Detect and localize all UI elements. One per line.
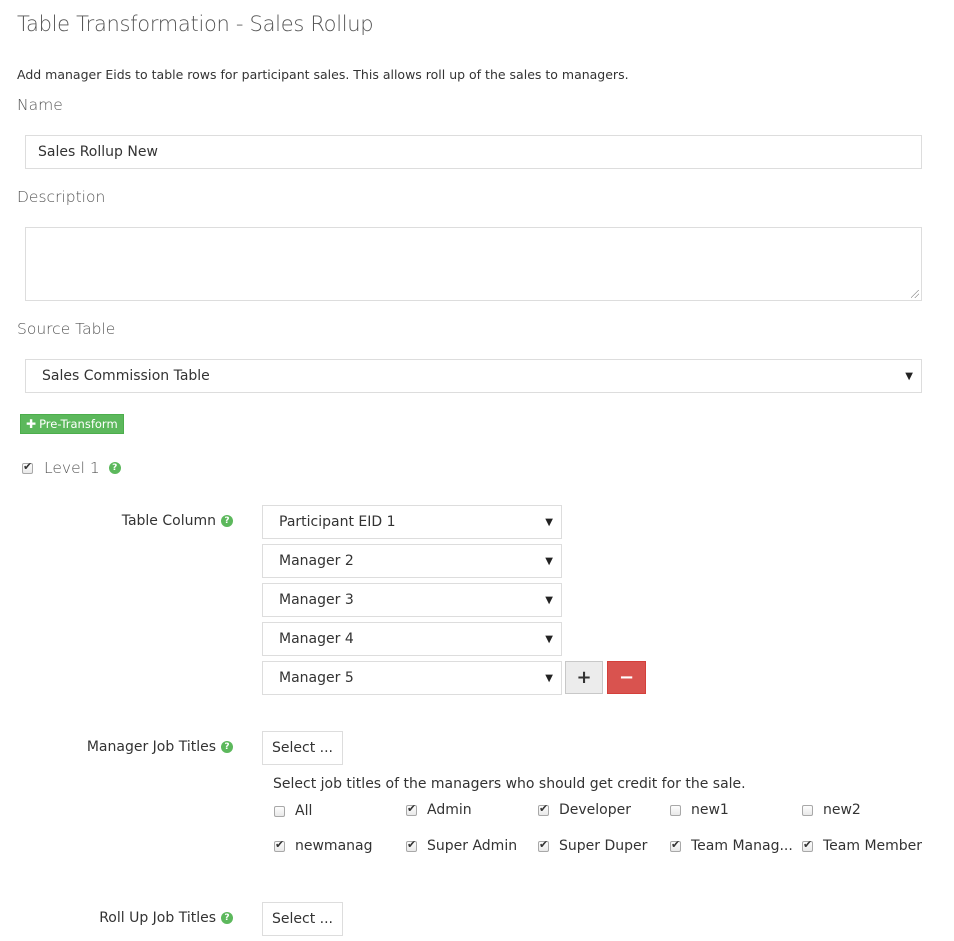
job-title-label: All — [295, 803, 313, 819]
job-title-checkbox[interactable] — [802, 838, 813, 852]
job-title-checkbox[interactable] — [670, 804, 681, 816]
job-title-checkbox[interactable] — [802, 804, 813, 816]
job-title-label: Developer — [559, 802, 632, 818]
job-title-option[interactable]: new1 — [670, 802, 729, 818]
table-column-select[interactable]: Manager 3 ▼ — [262, 583, 562, 617]
job-title-option[interactable]: Admin — [406, 802, 472, 818]
job-title-checkbox[interactable] — [670, 838, 681, 852]
job-title-checkbox[interactable] — [406, 802, 417, 816]
question-circle-icon[interactable]: ? — [221, 741, 233, 753]
job-title-option[interactable]: Super Duper — [538, 838, 647, 854]
caret-down-icon: ▼ — [545, 594, 553, 606]
job-title-option[interactable]: Team Member — [802, 838, 922, 854]
job-title-label: Super Admin — [427, 838, 518, 854]
question-circle-icon[interactable]: ? — [108, 462, 121, 474]
job-title-label: Admin — [427, 802, 472, 818]
caret-down-icon: ▼ — [545, 555, 553, 567]
job-title-label: Super Duper — [559, 838, 648, 854]
pre-transform-label: Pre-Transform — [39, 417, 118, 431]
description-textarea[interactable] — [25, 227, 922, 301]
caret-down-icon: ▼ — [545, 516, 553, 528]
level-row: Level 1 ? — [22, 459, 121, 477]
job-titles-hint: Select job titles of the managers who sh… — [273, 776, 746, 792]
name-input[interactable]: Sales Rollup New — [25, 135, 922, 169]
job-title-option[interactable]: All — [274, 803, 312, 819]
table-column-value: Participant EID 1 — [279, 514, 396, 530]
job-title-label: new1 — [691, 802, 729, 818]
job-title-option[interactable]: Team Manag... — [670, 838, 793, 854]
add-column-button[interactable]: + — [565, 661, 603, 694]
job-title-checkbox[interactable] — [538, 838, 549, 852]
question-circle-icon[interactable]: ? — [221, 912, 233, 924]
job-title-checkbox[interactable] — [406, 838, 417, 852]
table-column-label-text: Table Column — [121, 513, 216, 529]
table-column-select[interactable]: Manager 5 ▼ — [262, 661, 562, 695]
job-title-option[interactable]: newmanag — [274, 838, 373, 854]
job-title-checkbox[interactable] — [274, 805, 285, 817]
page-description: Add manager Eids to table rows for parti… — [17, 67, 629, 82]
manager-job-titles-label-text: Manager Job Titles — [86, 739, 216, 755]
table-column-value: Manager 2 — [279, 553, 354, 569]
job-title-option[interactable]: Super Admin — [406, 838, 517, 854]
job-title-label: Team Member — [823, 838, 923, 854]
job-title-label: new2 — [823, 802, 861, 818]
caret-down-icon: ▼ — [545, 633, 553, 645]
name-label: Name — [17, 96, 63, 114]
pre-transform-button[interactable]: ✚ Pre-Transform — [20, 414, 124, 434]
question-circle-icon[interactable]: ? — [221, 515, 233, 527]
resize-handle-icon[interactable] — [911, 290, 919, 298]
manager-job-titles-select-button[interactable]: Select ... — [262, 731, 343, 765]
job-title-checkbox[interactable] — [274, 838, 285, 852]
table-column-select[interactable]: Participant EID 1 ▼ — [262, 505, 562, 539]
level-label: Level 1 — [44, 459, 100, 477]
plus-icon: ✚ — [26, 417, 37, 431]
job-title-label: Team Manag... — [691, 838, 793, 854]
job-title-option[interactable]: new2 — [802, 802, 861, 818]
job-title-option[interactable]: Developer — [538, 802, 631, 818]
table-column-value: Manager 5 — [279, 670, 354, 686]
page-title: Table Transformation - Sales Rollup — [17, 12, 374, 36]
caret-down-icon: ▼ — [545, 672, 553, 684]
source-table-label: Source Table — [17, 320, 116, 338]
roll-up-job-titles-label-text: Roll Up Job Titles — [99, 910, 216, 926]
roll-up-job-titles-select-button[interactable]: Select ... — [262, 902, 343, 936]
table-column-label: Table Column ? — [60, 513, 233, 529]
caret-down-icon: ▼ — [905, 370, 913, 382]
manager-job-titles-label: Manager Job Titles ? — [40, 739, 233, 755]
minus-icon: − — [618, 667, 635, 688]
level-checkbox[interactable] — [22, 460, 33, 474]
roll-up-job-titles-label: Roll Up Job Titles ? — [40, 910, 233, 926]
table-column-value: Manager 3 — [279, 592, 354, 608]
job-title-label: newmanag — [295, 838, 373, 854]
table-column-select[interactable]: Manager 4 ▼ — [262, 622, 562, 656]
plus-icon: + — [576, 667, 592, 688]
source-table-value: Sales Commission Table — [42, 368, 210, 384]
table-column-value: Manager 4 — [279, 631, 354, 647]
table-column-select[interactable]: Manager 2 ▼ — [262, 544, 562, 578]
remove-column-button[interactable]: − — [607, 661, 646, 694]
description-label: Description — [17, 188, 106, 206]
job-title-checkbox[interactable] — [538, 802, 549, 816]
source-table-select[interactable]: Sales Commission Table ▼ — [25, 359, 922, 393]
